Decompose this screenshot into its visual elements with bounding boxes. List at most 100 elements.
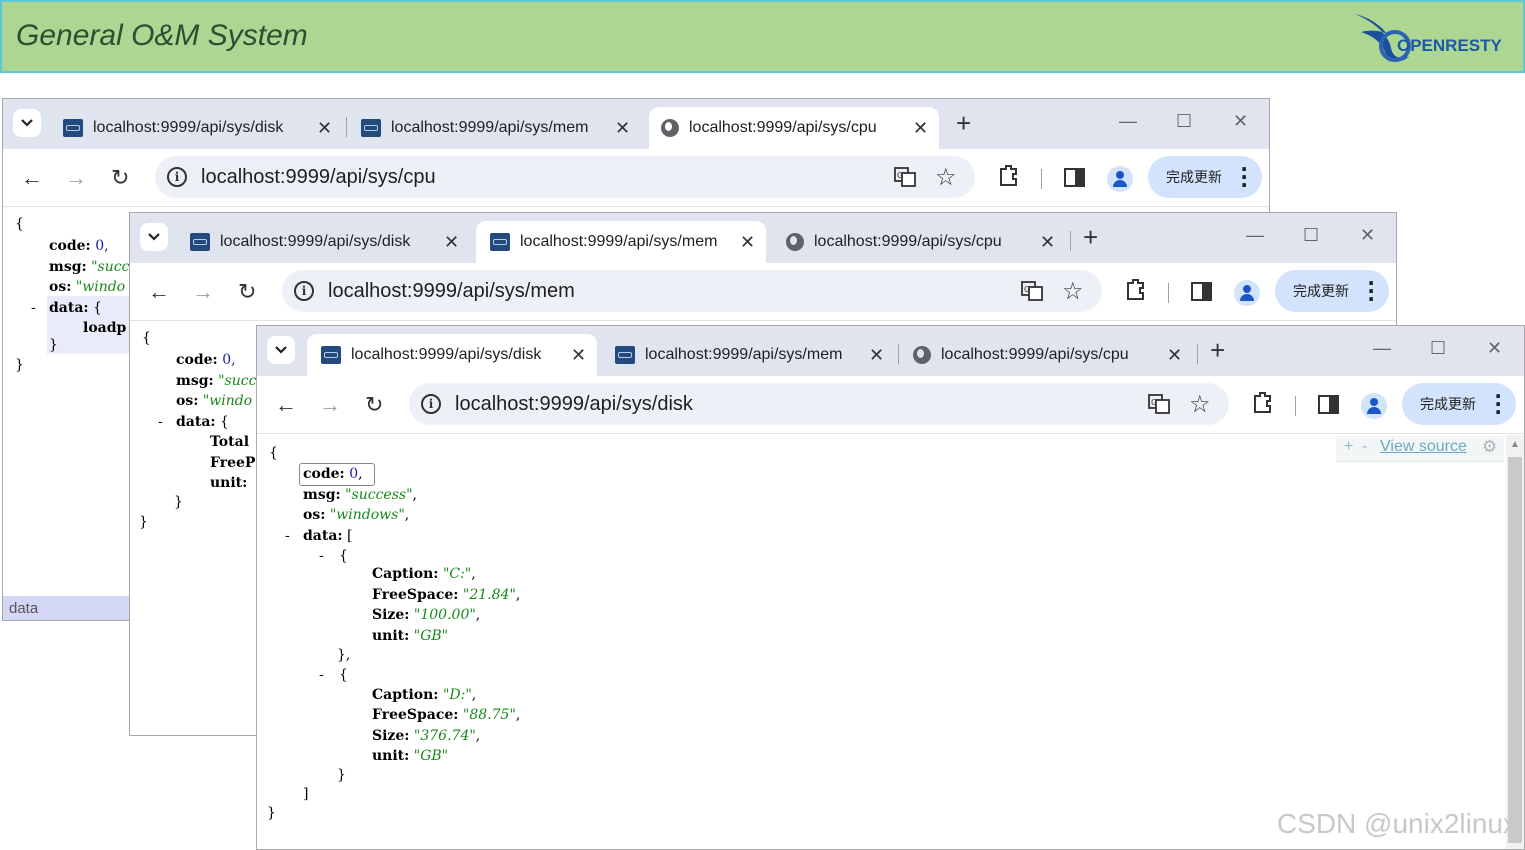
forward-button[interactable]: → (65, 165, 87, 191)
translate-icon[interactable]: G (894, 167, 916, 187)
more-menu-icon[interactable]: · · · (1367, 273, 1375, 309)
openresty-logo: OPENRESTY (1351, 8, 1502, 70)
close-tab-icon[interactable]: ✕ (444, 232, 459, 253)
site-favicon-icon (490, 233, 510, 251)
tab-mem[interactable]: localhost:9999/api/sys/mem ✕ (476, 221, 766, 263)
site-info-icon[interactable]: i (167, 167, 187, 187)
close-window-button[interactable]: ✕ (1360, 225, 1375, 246)
json-line-code[interactable]: code: 0, (303, 464, 363, 484)
close-tab-icon[interactable]: ✕ (1040, 232, 1055, 253)
minimize-button[interactable]: — (1119, 111, 1137, 132)
close-tab-icon[interactable]: ✕ (740, 232, 755, 253)
json-brace: { (142, 330, 151, 346)
new-tab-button[interactable]: + (1210, 335, 1225, 366)
scroll-up-arrow-icon[interactable]: ▲ (1510, 439, 1520, 450)
maximize-button[interactable]: ☐ (1303, 225, 1319, 246)
collapse-toggle[interactable]: - (31, 298, 36, 318)
tab-search-button[interactable] (267, 336, 295, 364)
gear-icon[interactable]: ⚙ (1482, 437, 1497, 457)
site-info-icon[interactable]: i (294, 281, 314, 301)
site-favicon-icon (321, 346, 341, 364)
new-tab-button[interactable]: + (1083, 222, 1098, 253)
side-panel-icon[interactable] (1318, 395, 1340, 415)
address-url[interactable]: localhost:9999/api/sys/disk (455, 393, 693, 416)
address-bar[interactable]: i localhost:9999/api/sys/mem G ☆ (282, 270, 1102, 312)
maximize-button[interactable]: ☐ (1176, 111, 1192, 132)
extensions-icon[interactable] (997, 163, 1021, 189)
close-tab-icon[interactable]: ✕ (615, 118, 630, 139)
close-tab-icon[interactable]: ✕ (1167, 345, 1182, 366)
minimize-button[interactable]: — (1373, 338, 1391, 359)
more-menu-icon[interactable]: · · · (1494, 386, 1502, 422)
tab-disk[interactable]: localhost:9999/api/sys/disk ✕ (176, 221, 466, 263)
json-brace: }, (337, 647, 351, 663)
close-tab-icon[interactable]: ✕ (317, 118, 332, 139)
reload-button[interactable]: ↻ (238, 279, 256, 305)
tab-title: localhost:9999/api/sys/cpu (814, 233, 1002, 250)
tab-divider (898, 344, 899, 364)
collapse-toggle[interactable]: - (158, 412, 163, 432)
profile-avatar[interactable] (1107, 166, 1133, 192)
address-bar[interactable]: i localhost:9999/api/sys/disk G ☆ (409, 383, 1229, 425)
more-menu-icon[interactable]: · · · (1240, 159, 1248, 195)
translate-icon[interactable]: G (1148, 394, 1170, 414)
site-favicon-icon (361, 119, 381, 137)
tab-search-button[interactable] (140, 223, 168, 251)
close-window-button[interactable]: ✕ (1233, 111, 1248, 132)
profile-avatar[interactable] (1234, 280, 1260, 306)
view-source-link[interactable]: View source (1380, 438, 1467, 456)
update-button[interactable]: 完成更新 · · · (1148, 156, 1262, 198)
bookmark-star-icon[interactable]: ☆ (935, 163, 957, 192)
forward-button[interactable]: → (319, 392, 341, 418)
side-panel-icon[interactable] (1191, 282, 1213, 302)
update-button[interactable]: 完成更新 · · · (1402, 383, 1516, 425)
address-bar[interactable]: i localhost:9999/api/sys/cpu G ☆ (155, 156, 975, 198)
side-panel-icon[interactable] (1064, 168, 1086, 188)
tab-cpu[interactable]: localhost:9999/api/sys/cpu ✕ (649, 107, 939, 149)
tab-cpu[interactable]: localhost:9999/api/sys/cpu ✕ (774, 221, 1064, 263)
json-line-data: data: [ (303, 528, 353, 544)
bookmark-star-icon[interactable]: ☆ (1189, 390, 1211, 419)
close-window-button[interactable]: ✕ (1487, 338, 1502, 359)
json-line-total: Total (210, 434, 250, 450)
tab-divider (1197, 344, 1198, 364)
extensions-icon[interactable] (1124, 277, 1148, 303)
collapse-toggle[interactable]: - (285, 526, 290, 546)
address-url[interactable]: localhost:9999/api/sys/mem (328, 280, 575, 303)
back-button[interactable]: ← (21, 165, 43, 191)
collapse-all-button[interactable]: - (1362, 438, 1367, 456)
reload-button[interactable]: ↻ (111, 165, 129, 191)
address-url[interactable]: localhost:9999/api/sys/cpu (201, 166, 436, 189)
json-line-data: data: { (176, 414, 229, 430)
close-tab-icon[interactable]: ✕ (571, 345, 586, 366)
back-button[interactable]: ← (148, 279, 170, 305)
update-button[interactable]: 完成更新 · · · (1275, 270, 1389, 312)
tab-search-button[interactable] (13, 109, 41, 137)
tab-title: localhost:9999/api/sys/mem (520, 233, 718, 250)
translate-icon[interactable]: G (1021, 281, 1043, 301)
collapse-toggle[interactable]: - (319, 546, 324, 566)
maximize-button[interactable]: ☐ (1430, 338, 1446, 359)
tab-mem[interactable]: localhost:9999/api/sys/mem ✕ (347, 107, 637, 149)
extensions-icon[interactable] (1251, 390, 1275, 416)
scrollbar-thumb[interactable] (1508, 457, 1522, 843)
site-info-icon[interactable]: i (421, 394, 441, 414)
tab-disk[interactable]: localhost:9999/api/sys/disk ✕ (307, 334, 597, 376)
tab-mem[interactable]: localhost:9999/api/sys/mem ✕ (601, 334, 891, 376)
reload-button[interactable]: ↻ (365, 392, 383, 418)
tab-cpu[interactable]: localhost:9999/api/sys/cpu ✕ (901, 334, 1191, 376)
back-button[interactable]: ← (275, 392, 297, 418)
expand-all-button[interactable]: + (1344, 438, 1353, 456)
forward-button[interactable]: → (192, 279, 214, 305)
vertical-scrollbar[interactable]: ▲ (1506, 435, 1524, 849)
chevron-down-icon (148, 233, 160, 241)
new-tab-button[interactable]: + (956, 108, 971, 139)
profile-avatar[interactable] (1361, 393, 1387, 419)
bookmark-star-icon[interactable]: ☆ (1062, 277, 1084, 306)
tab-disk[interactable]: localhost:9999/api/sys/disk ✕ (49, 107, 339, 149)
close-tab-icon[interactable]: ✕ (869, 345, 884, 366)
close-tab-icon[interactable]: ✕ (913, 118, 928, 139)
json-line-size: Size: "376.74", (372, 728, 481, 744)
minimize-button[interactable]: — (1246, 225, 1264, 246)
collapse-toggle[interactable]: - (319, 665, 324, 685)
